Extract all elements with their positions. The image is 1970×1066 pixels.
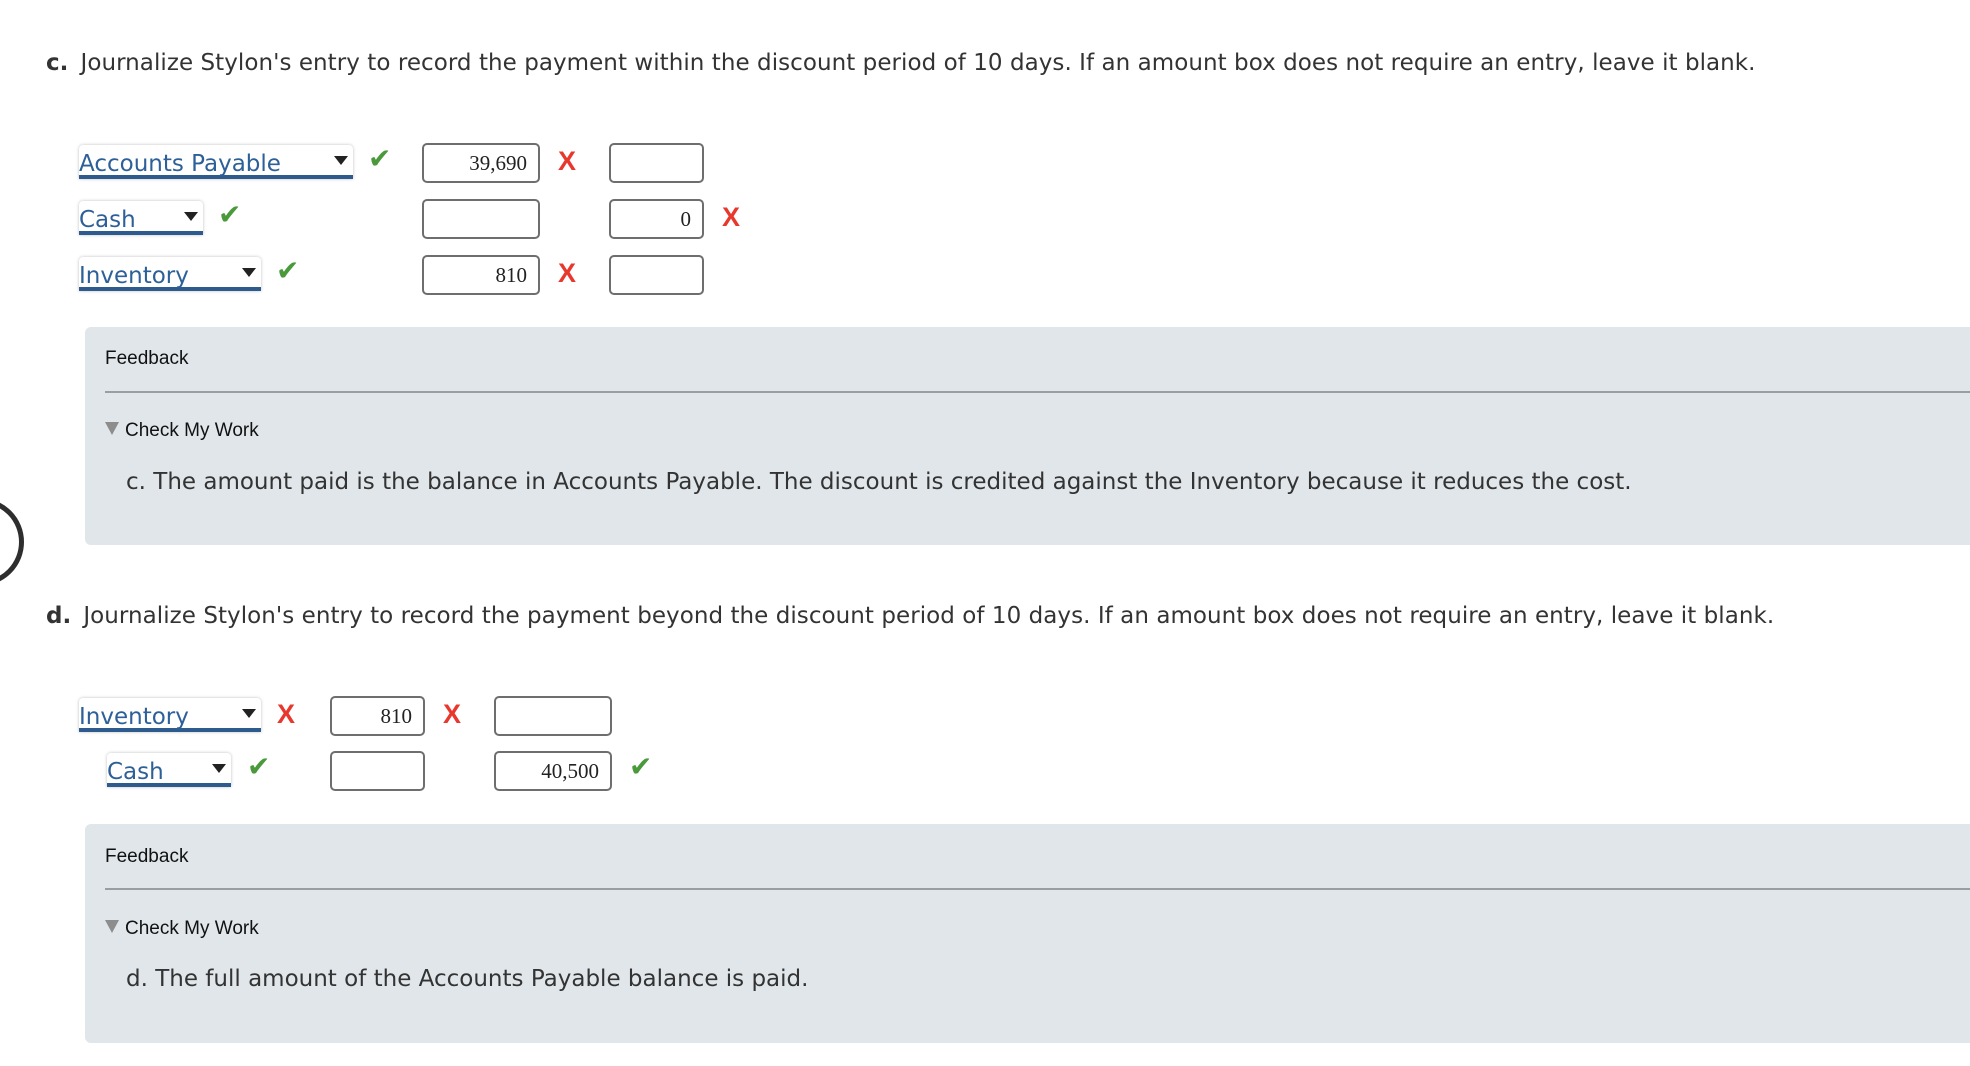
account-select-c-3[interactable]: Inventory [79, 257, 261, 291]
feedback-panel-c: Feedback Check My Work c. The amount pai… [85, 327, 1970, 545]
credit-input-d-2[interactable]: 40,500 [494, 751, 612, 791]
part-c-instruction: c. Journalize Stylon's entry to record th… [46, 50, 1756, 76]
part-d-instruction-text: Journalize Stylon's entry to record the … [83, 603, 1775, 629]
x-mark-icon: X [443, 699, 462, 729]
account-select-value: Inventory [79, 263, 189, 289]
credit-input-d-1[interactable] [494, 696, 612, 736]
checkmark-icon: ✔ [276, 254, 300, 287]
checkmark-icon: ✔ [368, 142, 392, 175]
side-circle-icon [0, 498, 24, 586]
x-mark-icon: X [277, 699, 296, 729]
checkmark-icon: ✔ [218, 198, 242, 231]
debit-input-c-1[interactable]: 39,690 [422, 143, 540, 183]
disclosure-triangle-icon [105, 422, 119, 435]
feedback-text: d. The full amount of the Accounts Payab… [126, 966, 809, 992]
checkmark-icon: ✔ [247, 750, 271, 783]
x-mark-icon: X [722, 202, 741, 232]
x-mark-icon: X [558, 146, 577, 176]
chevron-down-icon [184, 212, 198, 221]
feedback-divider [105, 391, 1970, 393]
feedback-label: Feedback [105, 348, 189, 369]
account-select-d-2[interactable]: Cash [107, 753, 231, 787]
account-select-d-1[interactable]: Inventory [79, 698, 261, 732]
chevron-down-icon [242, 268, 256, 277]
chevron-down-icon [242, 709, 256, 718]
feedback-label: Feedback [105, 846, 189, 867]
x-mark-icon: X [558, 258, 577, 288]
check-my-work-label: Check My Work [125, 420, 259, 441]
credit-input-c-3[interactable] [609, 255, 704, 295]
check-my-work-label: Check My Work [125, 918, 259, 939]
chevron-down-icon [212, 764, 226, 773]
part-c-instruction-text: Journalize Stylon's entry to record the … [80, 50, 1756, 76]
feedback-text: c. The amount paid is the balance in Acc… [126, 469, 1632, 495]
account-select-value: Accounts Payable [79, 151, 281, 177]
checkmark-icon: ✔ [629, 750, 653, 783]
check-my-work-toggle[interactable]: Check My Work [105, 420, 259, 442]
account-select-value: Cash [107, 759, 164, 785]
credit-input-c-1[interactable] [609, 143, 704, 183]
feedback-panel-d: Feedback Check My Work d. The full amoun… [85, 824, 1970, 1043]
account-select-value: Cash [79, 207, 136, 233]
debit-input-c-3[interactable]: 810 [422, 255, 540, 295]
feedback-divider [105, 888, 1970, 890]
debit-input-c-2[interactable] [422, 199, 540, 239]
credit-input-c-2[interactable]: 0 [609, 199, 704, 239]
account-select-value: Inventory [79, 704, 189, 730]
part-d-instruction: d. Journalize Stylon's entry to record th… [46, 603, 1774, 629]
part-d-letter: d. [46, 603, 72, 629]
account-select-c-2[interactable]: Cash [79, 201, 203, 235]
debit-input-d-1[interactable]: 810 [330, 696, 425, 736]
account-select-c-1[interactable]: Accounts Payable [79, 145, 353, 179]
disclosure-triangle-icon [105, 920, 119, 933]
check-my-work-toggle[interactable]: Check My Work [105, 918, 259, 940]
part-c-letter: c. [46, 50, 69, 76]
debit-input-d-2[interactable] [330, 751, 425, 791]
chevron-down-icon [334, 156, 348, 165]
